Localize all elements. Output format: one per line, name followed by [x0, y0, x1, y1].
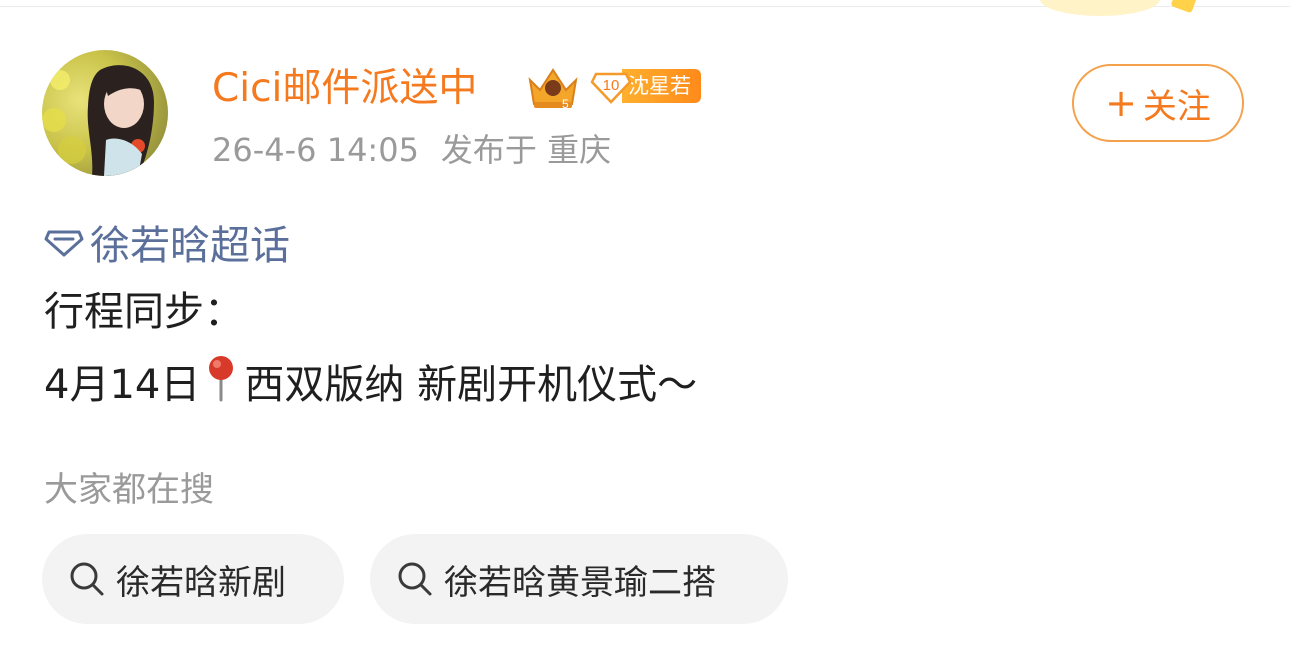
post-meta: 26-4-6 14:05 发布于 重庆	[212, 130, 611, 170]
search-chip-label: 徐若晗新剧	[116, 562, 286, 603]
schedule-date: 4月14日	[44, 361, 201, 408]
post-header: Cici邮件派送中 5 10 沈星若 26-4-6 14:05 发布于 重庆 + …	[42, 50, 1248, 180]
supertopic-link[interactable]: 徐若晗超话	[44, 216, 290, 269]
fan-level-diamond-icon: 10	[590, 68, 632, 104]
svg-text:10: 10	[603, 77, 620, 94]
supertopic-diamond-icon	[44, 230, 84, 257]
search-icon	[70, 562, 104, 596]
avatar[interactable]	[42, 50, 168, 176]
search-chip[interactable]: 徐若晗黄景瑜二搭	[370, 534, 788, 624]
follow-button[interactable]: + 关注	[1072, 64, 1244, 142]
user-name[interactable]: Cici邮件派送中	[212, 66, 477, 112]
post-timestamp: 26-4-6 14:05	[212, 131, 419, 169]
svg-text:5: 5	[562, 97, 569, 110]
search-chip[interactable]: 徐若晗新剧	[42, 534, 344, 624]
plus-icon: +	[1105, 81, 1137, 125]
crown-badge-icon[interactable]: 5	[526, 64, 580, 111]
post-content-line-2: 4月14日 西双版纳 新剧开机仪式～	[44, 354, 697, 415]
fan-badge[interactable]: 10 沈星若	[590, 68, 701, 104]
fan-badge-label: 沈星若	[622, 69, 701, 103]
search-icon	[398, 562, 432, 596]
schedule-text: 西双版纳 新剧开机仪式～	[244, 361, 698, 408]
follow-label: 关注	[1142, 86, 1211, 127]
decorative-corner-graphic	[1020, 0, 1290, 24]
supertopic-label: 徐若晗超话	[90, 223, 290, 269]
location-pin-icon	[206, 354, 236, 415]
post-content-line-1: 行程同步：	[44, 289, 244, 335]
search-chip-label: 徐若晗黄景瑜二搭	[444, 562, 716, 603]
post-location: 发布于 重庆	[440, 131, 612, 169]
trending-search-title: 大家都在搜	[44, 470, 214, 510]
